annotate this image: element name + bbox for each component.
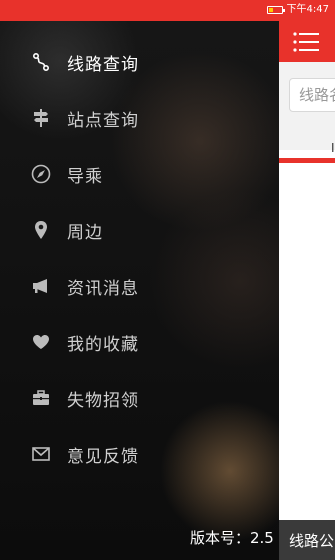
menu-item-news[interactable]: 资讯消息: [0, 266, 279, 306]
tab-label-fragment[interactable]: I: [331, 141, 335, 155]
route-icon: [30, 51, 52, 73]
envelope-icon: [30, 443, 52, 465]
menu-item-favorites[interactable]: 我的收藏: [0, 322, 279, 362]
menu-item-label: 我的收藏: [67, 334, 139, 355]
menu-item-nearby[interactable]: 周边: [0, 210, 279, 250]
menu-item-label: 失物招领: [67, 390, 139, 411]
menu-item-label: 资讯消息: [67, 278, 139, 299]
tab-indicator: [279, 158, 335, 163]
app-header: [279, 21, 335, 62]
status-indicators: 下午4:47: [266, 3, 329, 17]
main-screen-peek: 线路名称 I 线路公: [279, 21, 335, 560]
search-area: 线路名称: [279, 62, 335, 150]
navigation-drawer: 线路查询 站点查询 导乘 周边 资讯消息 我的收藏 失物招领 意见反馈 版本号：…: [0, 21, 279, 560]
location-pin-icon: [30, 219, 52, 241]
menu-item-feedback[interactable]: 意见反馈: [0, 434, 279, 474]
menu-item-station-query[interactable]: 站点查询: [0, 98, 279, 138]
menu-item-label: 站点查询: [67, 110, 139, 131]
status-time: 下午4:47: [286, 4, 329, 15]
route-search-input[interactable]: 线路名称: [289, 78, 335, 112]
bottom-bar-label: 线路公: [289, 532, 335, 550]
menu-item-lost-and-found[interactable]: 失物招领: [0, 378, 279, 418]
briefcase-icon: [30, 387, 52, 409]
menu-item-label: 线路查询: [67, 54, 139, 75]
menu-item-label: 导乘: [67, 166, 103, 187]
compass-icon: [30, 163, 52, 185]
status-bar: 下午4:47: [0, 0, 335, 21]
menu-item-label: 意见反馈: [67, 446, 139, 467]
signpost-icon: [30, 107, 52, 129]
megaphone-icon: [30, 275, 52, 297]
menu-icon[interactable]: [293, 32, 319, 52]
bottom-bar[interactable]: 线路公: [279, 520, 335, 560]
menu-item-route-query[interactable]: 线路查询: [0, 42, 279, 82]
heart-icon: [30, 331, 52, 353]
battery-icon: [266, 6, 285, 14]
menu-item-navigation[interactable]: 导乘: [0, 154, 279, 194]
version-label: 版本号：2.5: [190, 529, 274, 547]
menu-item-label: 周边: [67, 222, 103, 243]
